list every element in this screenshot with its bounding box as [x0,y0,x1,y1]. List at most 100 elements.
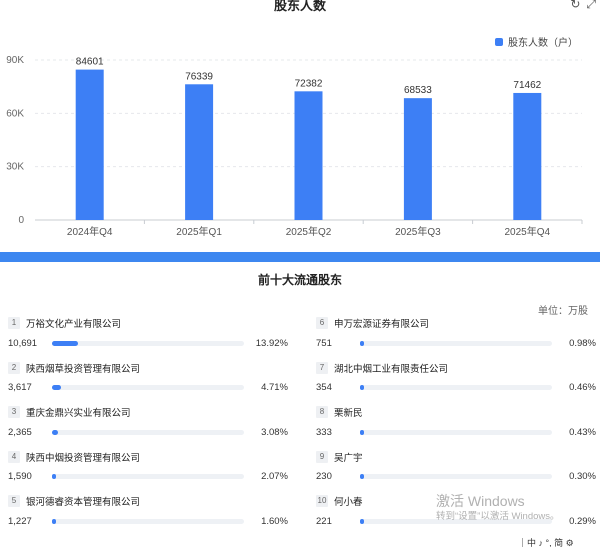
holder-header: 10 何小春 [316,494,596,508]
holder-row: 2,365 3.08% [8,425,288,439]
holders-list: 1 万裕文化产业有限公司 10,691 13.92% 2 陕西烟草投资管理有限公司 3,61… [0,316,600,547]
holder-shares: 1,590 [8,471,32,482]
holder-name: 重庆金鼎兴实业有限公司 [26,408,131,419]
holder-percent: 4.71% [261,382,288,393]
holder-header: 7 湖北中烟工业有限责任公司 [316,361,596,375]
x-tick-label: 2025年Q3 [395,225,441,238]
holder-bar-track [52,474,244,479]
holder-rank: 3 [8,406,20,418]
holder-name: 陕西中烟投资管理有限公司 [26,452,141,464]
holder-shares: 3,617 [8,382,32,393]
holder-rank: 4 [8,450,20,463]
holder-item: 10 何小春 221 0.29% [316,494,596,534]
holder-shares: 1,227 [8,515,32,527]
holder-item: 7 湖北中烟工业有限责任公司 354 0.46% [316,361,596,401]
holder-header: 2 陕西烟草投资管理有限公司 [8,361,288,375]
bar-value-label: 68533 [404,85,432,96]
holder-row: 1,227 1.60% [8,514,288,528]
holder-bar-fill [52,474,56,479]
y-tick-label: 60K [6,108,24,119]
holder-name: 吴广宇 [334,452,363,464]
holder-percent: 2.07% [261,471,288,482]
bar-value-label: 76339 [185,71,213,82]
holder-bar-fill [360,340,364,346]
holder-name: 银河德睿资本管理有限公司 [26,497,141,508]
holder-header: 5 银河德睿资本管理有限公司 [8,494,288,508]
holder-shares: 751 [316,337,332,349]
x-tick-label: 2025年Q1 [176,225,222,238]
expand-icon[interactable]: ⤢ [586,0,596,11]
chart-title: 股东人数 [273,0,326,13]
holder-bar-track [360,474,552,479]
holder-bar-track [360,385,552,390]
holder-shares: 2,365 [8,426,32,438]
holder-header: 3 重庆金鼎兴实业有限公司 [8,405,288,419]
holder-rank: 7 [316,361,328,374]
holder-bar-track [360,340,552,346]
holder-percent: 0.43% [569,426,596,438]
holder-bar-track [52,429,244,435]
chart-toolbar: ↻ ⤢ [564,0,596,12]
holder-shares: 221 [316,515,332,527]
bar [403,98,432,220]
holder-shares: 10,691 [8,337,38,349]
x-tick-label: 2025年Q4 [505,225,551,238]
holder-row: 354 0.46% [316,381,596,395]
holder-name: 陕西烟草投资管理有限公司 [26,363,141,375]
holder-item: 4 陕西中烟投资管理有限公司 1,590 2.07% [8,450,288,490]
holder-row: 230 0.30% [316,470,596,484]
holder-rank: 6 [316,317,328,329]
x-tick-label: 2024年Q4 [67,225,113,238]
holder-percent: 1.60% [261,515,288,527]
y-tick-label: 30K [6,162,24,173]
bar [294,91,323,220]
unit-label: 单位：万股 [538,306,588,317]
holder-name: 万裕文化产业有限公司 [26,319,122,330]
holder-percent: 3.08% [261,426,288,438]
holder-rank: 1 [8,317,20,329]
holder-shares: 333 [316,426,332,438]
bar [75,69,104,220]
holder-bar-fill [52,340,78,346]
holder-row: 333 0.43% [316,425,596,439]
bar-value-label: 71462 [513,80,541,91]
holder-rank: 8 [316,406,328,418]
holder-row: 3,617 4.71% [8,381,288,395]
holder-bar-track [360,429,552,435]
holder-bar-track [52,340,244,346]
holder-item: 5 银河德睿资本管理有限公司 1,227 1.60% [8,494,288,534]
holder-bar-track [360,518,552,524]
y-tick-label: 0 [18,215,24,226]
bar [185,84,214,220]
holder-percent: 0.30% [569,471,596,482]
holder-bar-fill [52,385,61,390]
holder-row: 10,691 13.92% [8,336,288,350]
holder-percent: 0.98% [569,337,596,349]
holder-item: 9 吴广宇 230 0.30% [316,450,596,490]
holder-bar-fill [360,518,364,524]
bar-chart: 0 30K 60K 90K 84601 2024年Q4 76339 2025年Q1 72382 2… [6,55,583,238]
holder-bar-fill [52,429,58,435]
holder-name: 何小春 [334,497,363,508]
holder-rank: 10 [316,495,328,507]
holder-item: 1 万裕文化产业有限公司 10,691 13.92% [8,316,288,356]
holder-rank: 2 [8,361,20,374]
holder-header: 8 栗新民 [316,405,596,419]
refresh-icon[interactable]: ↻ [570,0,580,11]
holder-item: 3 重庆金鼎兴实业有限公司 2,365 3.08% [8,405,288,445]
system-tray[interactable]: 中 ♪ °, 简 ⚙ [522,538,600,547]
bar-value-label: 84601 [76,57,104,68]
holder-item: 2 陕西烟草投资管理有限公司 3,617 4.71% [8,361,288,401]
holder-bar-track [52,518,244,524]
holder-bar-fill [360,474,364,479]
holder-header: 9 吴广宇 [316,450,596,464]
holder-percent: 0.29% [569,515,596,527]
section-title: 前十大流通股东 [257,273,342,287]
holder-bar-track [52,385,244,390]
holder-bar-fill [360,385,364,390]
holder-row: 1,590 2.07% [8,470,288,484]
holder-rank: 5 [8,495,20,507]
holder-shares: 230 [316,471,332,482]
holder-percent: 0.46% [569,382,596,393]
holder-bar-fill [360,429,364,435]
